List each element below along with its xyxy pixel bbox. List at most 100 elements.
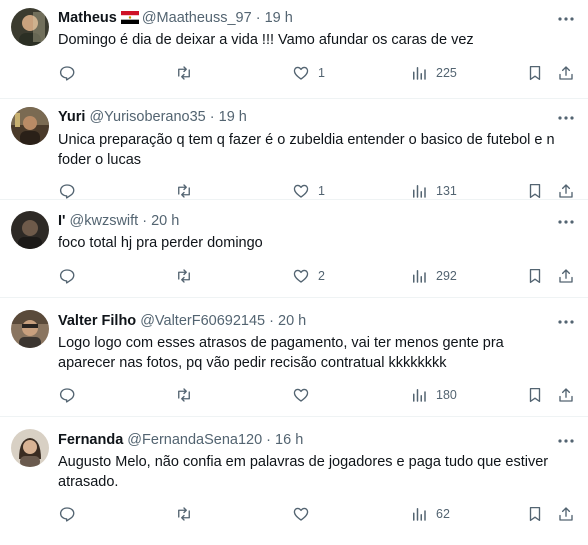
retweet-button[interactable] [175,265,193,287]
like-button[interactable] [292,384,318,406]
more-options-icon[interactable] [556,212,576,232]
more-options-icon[interactable] [556,108,576,128]
display-name[interactable]: Fernanda [58,432,123,448]
user-handle[interactable]: @FernandaSena120 [127,432,262,448]
retweet-icon [178,66,190,80]
bookmark-icon [529,506,541,522]
view-count: 180 [436,388,457,402]
retweet-button[interactable] [175,503,193,525]
views-button[interactable]: 225 [410,62,457,84]
share-icon [559,269,573,283]
tweet[interactable]: Valter Filho @ValterF60692145 · 20 h Log… [0,297,588,417]
views-icon [413,389,426,402]
bookmark-icon [529,65,541,81]
reply-icon [59,66,75,81]
share-icon [559,184,573,198]
view-count: 292 [436,269,457,283]
heart-icon [293,388,309,402]
bookmark-button[interactable] [526,503,544,525]
bookmark-button[interactable] [526,62,544,84]
avatar[interactable] [11,8,49,46]
view-count: 131 [436,184,457,198]
tweet-text: Unica preparação q tem q fazer é o zubel… [58,132,559,168]
separator-dot: · [251,10,265,26]
separator-dot: · [138,213,152,229]
share-icon [559,388,573,402]
user-handle[interactable]: @Yurisoberano35 [89,109,205,125]
user-handle[interactable]: @kwzswift [70,213,139,229]
tweet-text: foco total hj pra perder domingo [58,235,263,251]
like-button[interactable]: 2 [292,265,325,287]
egypt-flag-icon [120,11,139,24]
share-icon [559,66,573,80]
separator-dot: · [205,109,219,125]
bookmark-button[interactable] [526,265,544,287]
share-button[interactable] [557,265,575,287]
display-name[interactable]: I' [58,213,65,229]
tweet[interactable]: Matheus @Maatheuss_97 · 19 h Domingo é di… [0,0,588,99]
avatar[interactable] [11,429,49,467]
tweet-text: Logo logo com esses atrasos de pagamento… [58,335,508,371]
like-count: 1 [318,66,325,80]
retweet-icon [178,388,190,402]
like-count: 2 [318,269,325,283]
reply-button[interactable] [58,384,76,406]
reply-icon [59,269,75,284]
retweet-icon [178,507,190,521]
avatar[interactable] [11,310,49,348]
reply-icon [59,388,75,403]
tweet[interactable]: Fernanda @FernandaSena120 · 16 h Augusto… [0,416,588,545]
user-handle[interactable]: @Maatheuss_97 [142,10,252,26]
heart-icon [293,269,309,283]
retweet-button[interactable] [175,384,193,406]
views-icon [413,67,426,80]
tweet-actions: 62 [0,503,588,525]
display-name[interactable]: Yuri [58,109,85,125]
separator-dot: · [265,313,278,329]
avatar[interactable] [11,107,49,145]
like-button[interactable]: 1 [292,62,325,84]
more-options-icon[interactable] [556,431,576,451]
bookmark-button[interactable] [526,384,544,406]
heart-icon [293,507,309,521]
view-count: 62 [436,507,450,521]
reply-button[interactable] [58,265,76,287]
timestamp[interactable]: 20 h [278,313,306,329]
timestamp[interactable]: 20 h [151,213,179,229]
tweet[interactable]: Yuri @Yurisoberano35 · 19 h Unica prepar… [0,98,588,200]
heart-icon [293,66,309,80]
reply-button[interactable] [58,503,76,525]
bookmark-icon [529,387,541,403]
display-name[interactable]: Valter Filho [58,313,136,329]
retweet-button[interactable] [175,62,193,84]
like-count: 1 [318,184,325,198]
retweet-icon [178,184,190,198]
share-button[interactable] [557,62,575,84]
display-name[interactable]: Matheus [58,10,117,26]
views-icon [413,508,426,521]
views-button[interactable]: 292 [410,265,457,287]
user-handle[interactable]: @ValterF60692145 [140,313,265,329]
tweet-text: Domingo é dia de deixar a vida !!! Vamo … [58,32,474,48]
more-options-icon[interactable] [556,312,576,332]
timestamp[interactable]: 19 h [219,109,247,125]
views-button[interactable]: 62 [410,503,450,525]
share-button[interactable] [557,384,575,406]
tweet[interactable]: I' @kwzswift · 20 h foco total hj pra pe… [0,199,588,298]
like-button[interactable] [292,503,318,525]
timestamp[interactable]: 19 h [265,10,293,26]
tweet-text: Augusto Melo, não confia em palavras de … [58,454,553,490]
more-options-icon[interactable] [556,9,576,29]
tweet-actions: 2 292 [0,265,588,287]
bookmark-icon [529,183,541,199]
reply-icon [59,184,75,199]
reply-button[interactable] [58,62,76,84]
share-button[interactable] [557,503,575,525]
retweet-icon [178,269,190,283]
views-button[interactable]: 180 [410,384,457,406]
tweet-actions: 1 225 [0,62,588,84]
timestamp[interactable]: 16 h [275,432,303,448]
share-icon [559,507,573,521]
heart-icon [293,184,309,198]
avatar[interactable] [11,211,49,249]
